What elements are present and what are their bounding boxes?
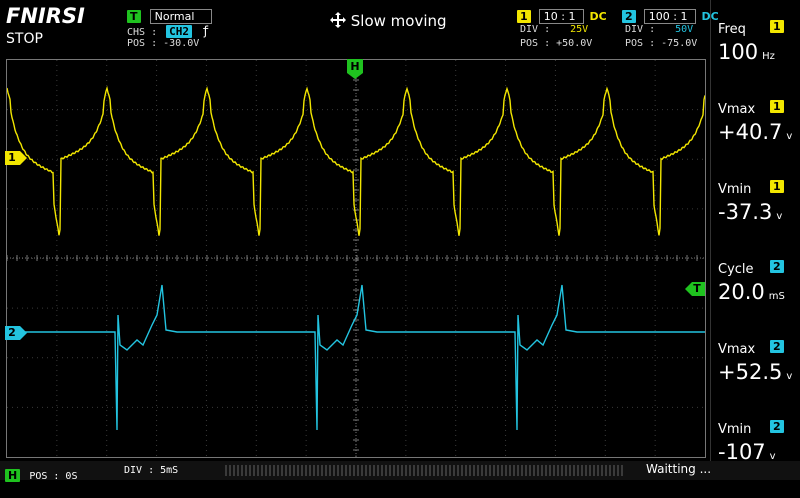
trigger-source: CHS : CH2 ƒ — [127, 24, 209, 38]
measurement-unit: mS — [768, 291, 785, 302]
run-state[interactable]: STOP — [6, 31, 43, 47]
ch1-settings[interactable]: 1 10 : 1 DC — [517, 5, 607, 24]
h-marker-label: H — [350, 60, 360, 73]
waveform-display[interactable] — [6, 59, 706, 458]
measurement-item[interactable]: Vmax 1 +40.7 v — [710, 98, 800, 178]
ch1-pos-label: POS : — [520, 38, 551, 49]
measurement-unit: v — [786, 131, 793, 142]
ch2-pos-label: POS : — [625, 38, 656, 49]
measurement-channel: 1 — [770, 100, 784, 113]
ch1-coupling: DC — [589, 10, 607, 23]
measurement-item[interactable]: Freq 1 100 Hz — [710, 18, 800, 98]
timebase-div[interactable]: DIV : 5mS — [124, 465, 178, 476]
ch1-pos: POS : +50.0V — [520, 38, 592, 49]
trigger-pos-value: -30.0V — [163, 38, 200, 49]
measurement-label: Cycle — [718, 262, 754, 277]
ch2-level-label: 2 — [8, 326, 16, 339]
timebase-badge: H — [5, 469, 21, 482]
measurement-value: 20.0 — [718, 280, 765, 304]
measurement-label: Vmax — [718, 342, 756, 357]
brand-logo: FNIRSI — [6, 4, 85, 28]
trigger-level-label: T — [693, 282, 701, 295]
ch2-probe: 100 : 1 — [643, 9, 697, 24]
timebase-pos[interactable]: H POS : 0S — [5, 464, 77, 483]
ch1-level-label: 1 — [8, 151, 16, 164]
ch2-badge: 2 — [622, 10, 636, 23]
ch1-div: DIV : 25V — [520, 24, 588, 35]
measurement-channel: 2 — [770, 420, 784, 433]
ch1-pos-value: +50.0V — [556, 38, 593, 49]
trigger-pos: POS : -30.0V — [127, 38, 199, 49]
chs-label: CHS : — [127, 27, 158, 38]
ch2-settings[interactable]: 2 100 : 1 DC — [622, 5, 719, 24]
ch1-probe: 10 : 1 — [538, 9, 585, 24]
ch2-div-value: 50V — [675, 24, 694, 35]
measurement-item[interactable]: Vmin 1 -37.3 v — [710, 178, 800, 258]
trigger-status[interactable]: T Normal — [127, 5, 212, 24]
trigger-mode: Normal — [149, 9, 212, 24]
measurement-unit: v — [786, 371, 793, 382]
measurement-label: Vmin — [718, 422, 752, 437]
measurement-channel: 1 — [770, 20, 784, 33]
timebase-pos-label: POS : 0S — [29, 471, 78, 482]
measurement-label: Vmin — [718, 182, 752, 197]
trigger-badge: T — [127, 10, 141, 23]
move-mode[interactable]: Slow moving — [330, 12, 447, 30]
ch1-div-value: 25V — [570, 24, 589, 35]
measurement-label: Freq — [718, 22, 746, 37]
chs-value: CH2 — [166, 25, 193, 38]
ch2-pos-value: -75.0V — [661, 38, 698, 49]
measurement-unit: v — [776, 211, 783, 222]
measurement-label: Vmax — [718, 102, 756, 117]
measurement-value: 100 — [718, 40, 759, 64]
measurement-value: -37.3 — [718, 200, 773, 224]
measurement-channel: 2 — [770, 340, 784, 353]
ch2-div-label: DIV : — [625, 24, 656, 35]
acq-status: Waitting ... — [646, 462, 712, 476]
measurement-value: +40.7 — [718, 120, 783, 144]
measurement-item[interactable]: Vmin 2 -107 v — [710, 418, 800, 498]
measurement-unit: Hz — [762, 51, 775, 62]
move-arrows-icon — [330, 12, 346, 28]
waveform-canvas — [7, 60, 705, 457]
measurement-channel: 2 — [770, 260, 784, 273]
ch2-pos: POS : -75.0V — [625, 38, 697, 49]
ch1-badge: 1 — [517, 10, 531, 23]
measurement-value: +52.5 — [718, 360, 783, 384]
measurement-channel: 1 — [770, 180, 784, 193]
ch2-div: DIV : 50V — [625, 24, 693, 35]
measurement-item[interactable]: Vmax 2 +52.5 v — [710, 338, 800, 418]
ch1-div-label: DIV : — [520, 24, 551, 35]
move-mode-label: Slow moving — [350, 12, 447, 30]
rising-edge-icon: ƒ — [202, 24, 210, 38]
trigger-pos-label: POS : — [127, 38, 158, 49]
measurement-list: Freq 1 100 Hz Vmax 1 +40.7 v Vmin 1 -37.3 v Cycle 2 20… — [710, 18, 800, 498]
measurement-item[interactable]: Cycle 2 20.0 mS — [710, 258, 800, 338]
scroll-track[interactable] — [225, 463, 625, 478]
